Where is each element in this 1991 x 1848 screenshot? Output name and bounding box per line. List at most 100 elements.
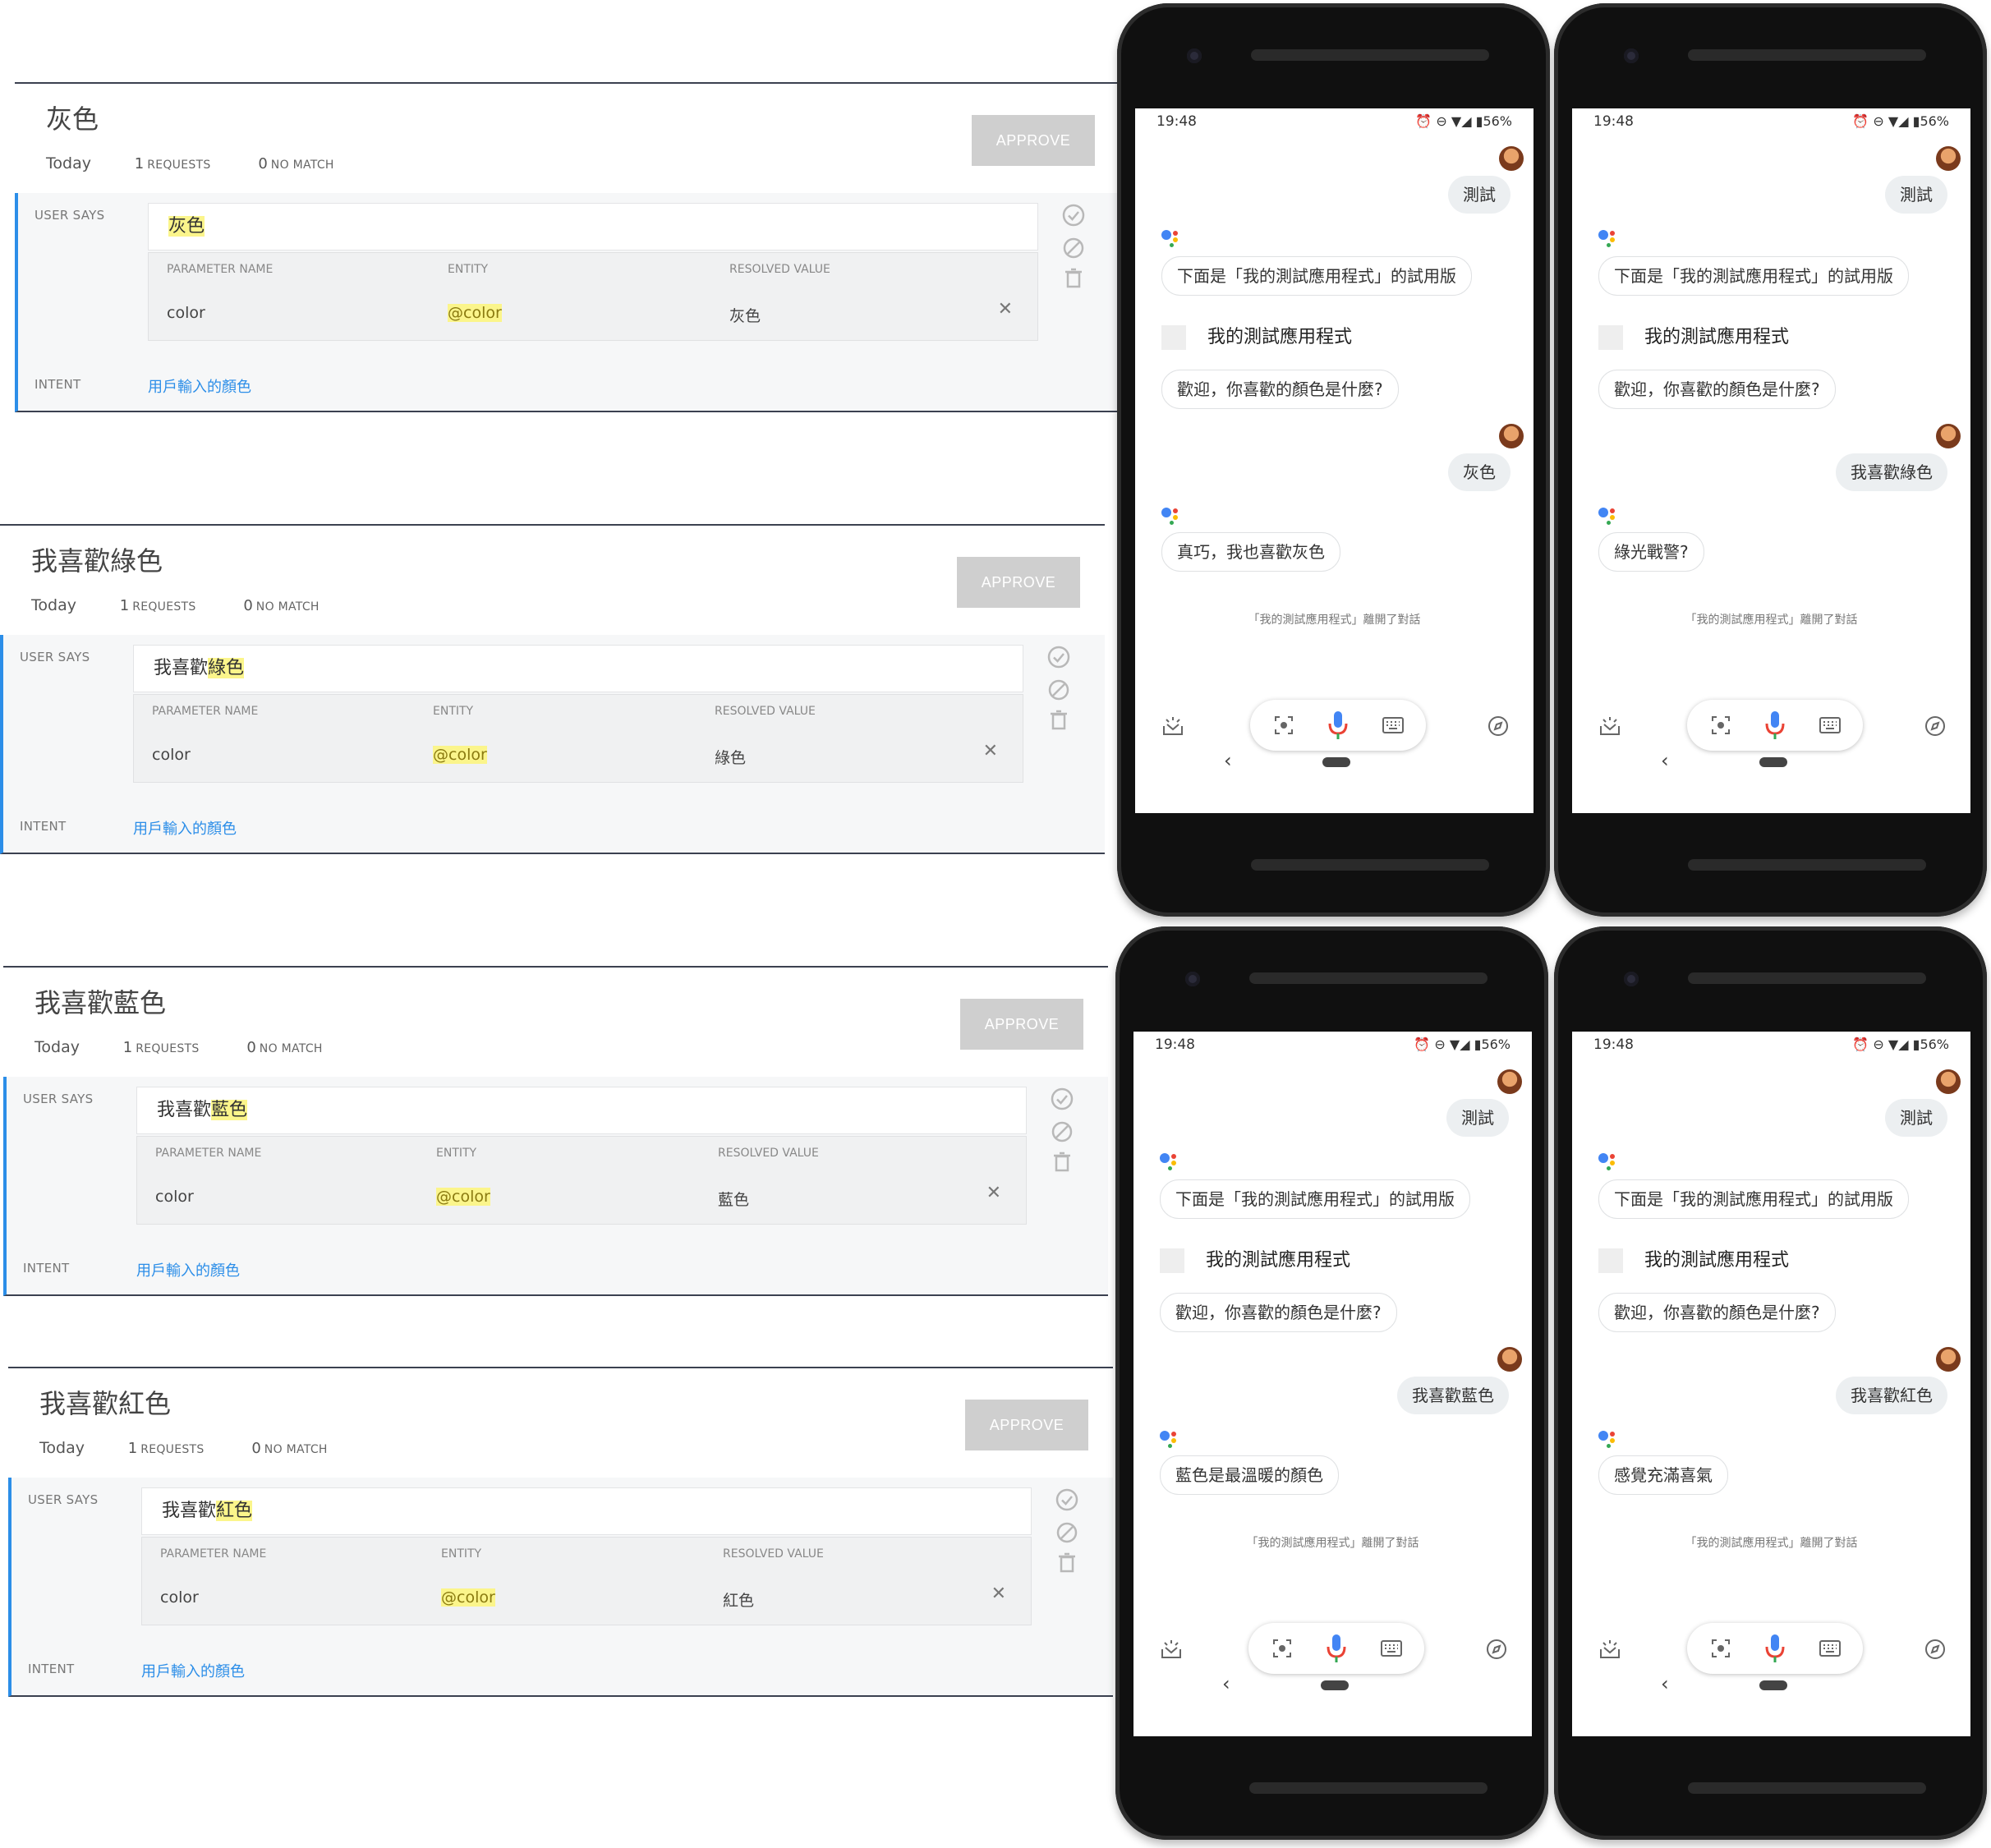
bottom-speaker [1688, 859, 1926, 871]
home-pill[interactable] [1322, 757, 1350, 767]
nomatch-label: NO MATCH [270, 159, 334, 172]
back-chevron-icon[interactable]: ‹ [1661, 749, 1669, 772]
assistant-message: 綠光戰警? [1598, 532, 1704, 572]
remove-parameter-close-icon[interactable]: ✕ [986, 1183, 1001, 1203]
back-chevron-icon[interactable]: ‹ [1222, 1672, 1230, 1695]
compass-icon[interactable] [1485, 1638, 1508, 1661]
status-icons: ⏰ ⊖ ▼◢ ▮56% [1852, 1037, 1949, 1052]
snapshot-icon[interactable] [1598, 1638, 1621, 1661]
snapshot-icon[interactable] [1160, 1638, 1183, 1661]
assistant-message: 感覺充滿喜氣 [1598, 1455, 1728, 1495]
lens-icon[interactable] [1710, 715, 1731, 736]
block-icon[interactable] [1050, 1119, 1074, 1144]
lens-icon[interactable] [1273, 715, 1294, 736]
check-circle-icon[interactable] [1055, 1487, 1079, 1512]
check-circle-icon[interactable] [1050, 1087, 1074, 1111]
trash-icon[interactable] [1055, 1550, 1079, 1574]
approve-button[interactable]: APPROVE [960, 999, 1083, 1050]
lens-icon[interactable] [1271, 1638, 1293, 1659]
user-says-input[interactable]: 灰色 [148, 203, 1038, 251]
signal-icon: ◢ [1898, 113, 1909, 129]
home-pill[interactable] [1759, 757, 1787, 767]
mic-icon[interactable] [1326, 1633, 1347, 1664]
status-bar: 19:48 ⏰ ⊖ ▼◢ ▮56% [1135, 108, 1533, 133]
snapshot-icon[interactable] [1161, 715, 1184, 738]
front-camera [1624, 48, 1639, 63]
home-pill[interactable] [1759, 1680, 1787, 1690]
check-circle-icon[interactable] [1046, 645, 1071, 669]
app-name: 我的測試應用程式 [1644, 1250, 1790, 1271]
intent-link[interactable]: 用戶輸入的顏色 [136, 1259, 240, 1280]
google-assistant-icon [1598, 228, 1618, 248]
status-bar: 19:48 ⏰ ⊖ ▼◢ ▮56% [1133, 1032, 1532, 1056]
lens-icon[interactable] [1710, 1638, 1731, 1659]
trash-icon[interactable] [1061, 265, 1086, 290]
compass-icon[interactable] [1487, 715, 1510, 738]
intent-link[interactable]: 用戶輸入的顏色 [148, 375, 251, 397]
keyboard-icon[interactable] [1819, 1639, 1842, 1657]
mic-icon[interactable] [1764, 1633, 1786, 1664]
back-chevron-icon[interactable]: ‹ [1224, 749, 1232, 772]
alarm-icon: ⏰ [1414, 1037, 1431, 1052]
dnd-icon: ⊖ [1873, 1037, 1884, 1052]
android-nav-bar: ‹ [1133, 1672, 1532, 1705]
compass-icon[interactable] [1924, 1638, 1947, 1661]
block-icon[interactable] [1061, 236, 1086, 260]
entity-value[interactable]: @color [448, 304, 502, 322]
signal-icon: ◢ [1898, 1037, 1909, 1052]
app-header: 我的測試應用程式 [1161, 322, 1352, 350]
intent-link[interactable]: 用戶輸入的顏色 [133, 817, 237, 839]
param-name-value[interactable]: color [152, 746, 191, 764]
check-circle-icon[interactable] [1061, 203, 1086, 228]
google-assistant-icon [1598, 506, 1618, 526]
card-date: Today [46, 154, 91, 172]
compass-icon[interactable] [1924, 715, 1947, 738]
entity-value[interactable]: @color [433, 746, 487, 764]
mic-icon[interactable] [1327, 710, 1349, 741]
resolved-value: 綠色 [715, 749, 747, 767]
param-name-value[interactable]: color [160, 1588, 199, 1607]
remove-parameter-close-icon[interactable]: ✕ [983, 741, 998, 761]
parameter-table: PARAMETER NAME ENTITY RESOLVED VALUE col… [136, 1136, 1027, 1225]
card-title: 我喜歡綠色 [31, 545, 163, 577]
earpiece [1251, 49, 1489, 61]
home-pill[interactable] [1321, 1680, 1349, 1690]
trash-icon[interactable] [1046, 707, 1071, 732]
user-avatar [1499, 146, 1524, 171]
front-camera [1624, 972, 1639, 986]
remove-parameter-close-icon[interactable]: ✕ [998, 299, 1013, 319]
entity-value[interactable]: @color [436, 1188, 490, 1206]
wifi-icon: ▼ [1451, 113, 1462, 129]
block-icon[interactable] [1055, 1520, 1079, 1545]
entity-value[interactable]: @color [441, 1588, 495, 1607]
approve-button[interactable]: APPROVE [965, 1400, 1088, 1450]
user-avatar [1936, 1069, 1961, 1094]
block-icon[interactable] [1046, 678, 1071, 702]
intent-link[interactable]: 用戶輸入的顏色 [141, 1660, 245, 1681]
input-pill [1687, 700, 1863, 751]
back-chevron-icon[interactable]: ‹ [1661, 1672, 1669, 1695]
bottom-speaker [1251, 859, 1489, 871]
google-assistant-icon [1598, 1429, 1618, 1449]
user-avatar [1497, 1069, 1522, 1094]
signal-icon: ◢ [1461, 113, 1472, 129]
card-divider [8, 1367, 1113, 1368]
app-name: 我的測試應用程式 [1207, 327, 1353, 347]
user-says-highlight: 紅色 [216, 1501, 253, 1521]
user-says-input[interactable]: 我喜歡紅色 [141, 1487, 1032, 1535]
remove-parameter-close-icon[interactable]: ✕ [991, 1584, 1006, 1604]
keyboard-icon[interactable] [1382, 716, 1405, 734]
user-says-input[interactable]: 我喜歡綠色 [133, 645, 1023, 692]
mic-icon[interactable] [1764, 710, 1786, 741]
trash-icon[interactable] [1050, 1149, 1074, 1174]
approve-button[interactable]: APPROVE [957, 557, 1080, 608]
approve-button[interactable]: APPROVE [972, 115, 1095, 166]
keyboard-icon[interactable] [1380, 1639, 1403, 1657]
snapshot-icon[interactable] [1598, 715, 1621, 738]
param-name-value[interactable]: color [155, 1188, 194, 1206]
alarm-icon: ⏰ [1415, 113, 1432, 129]
user-says-highlight: 綠色 [208, 658, 245, 678]
keyboard-icon[interactable] [1819, 716, 1842, 734]
param-name-value[interactable]: color [167, 304, 205, 322]
user-says-input[interactable]: 我喜歡藍色 [136, 1087, 1027, 1134]
